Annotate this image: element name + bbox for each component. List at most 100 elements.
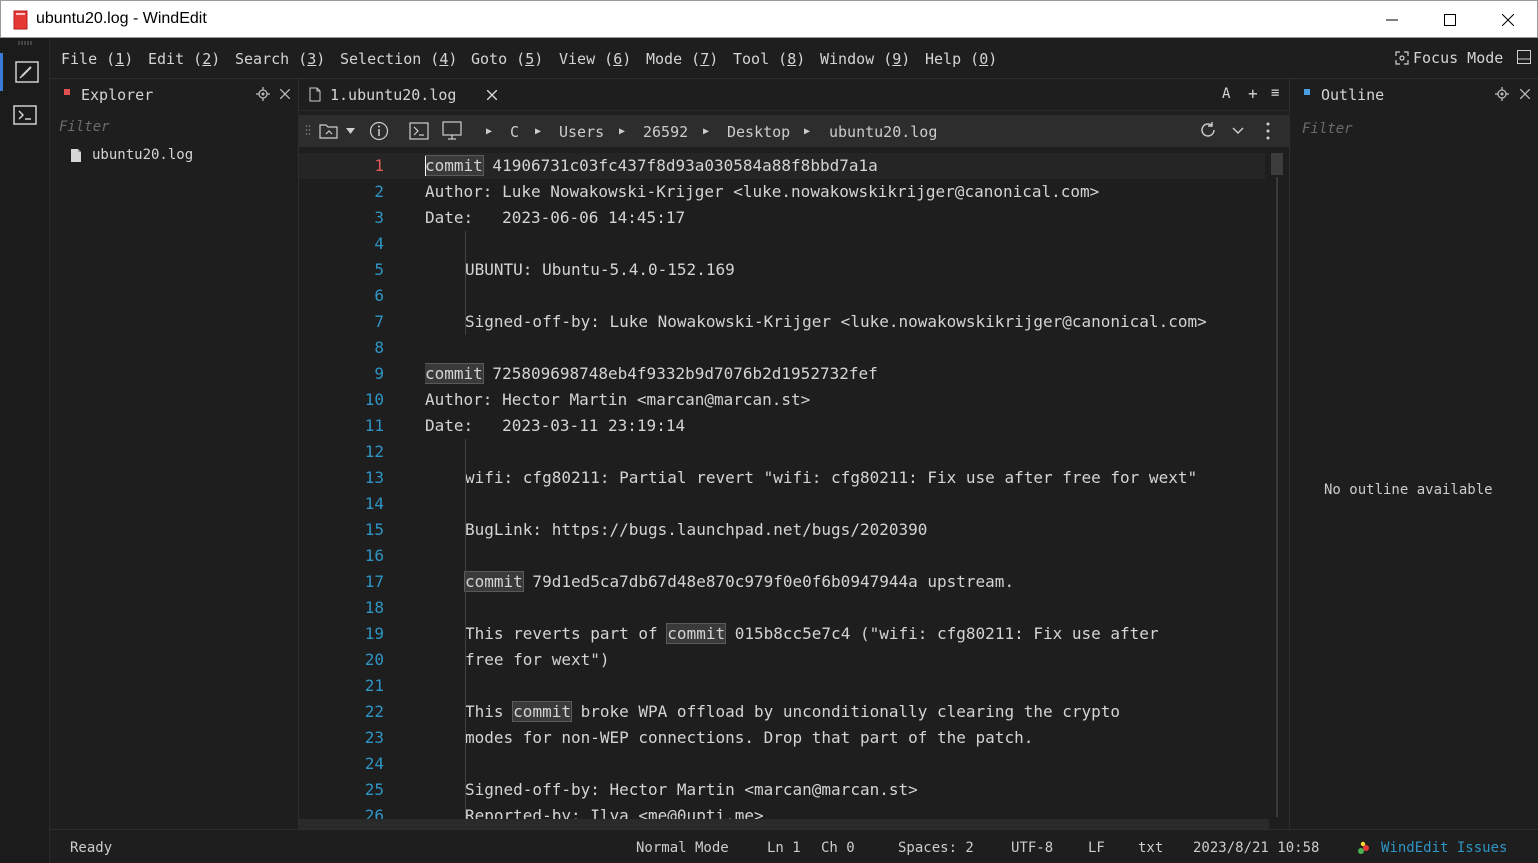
menu-label: Tool: [733, 50, 770, 68]
line-number: 2: [374, 182, 384, 201]
indent-guide: [465, 569, 466, 595]
indent-guide: [465, 673, 466, 699]
search-match: commit: [425, 155, 484, 176]
close-tab-icon[interactable]: [487, 90, 497, 100]
line-number: 23: [364, 728, 384, 747]
outline-filter-input[interactable]: Filter: [1302, 121, 1353, 137]
layout-toggle-icon[interactable]: [1517, 50, 1531, 64]
more-options-icon[interactable]: [1266, 122, 1270, 140]
bug-icon: [1358, 841, 1369, 854]
code-text: free for wext"): [465, 650, 610, 669]
maximize-button[interactable]: [1421, 1, 1479, 39]
breadcrumb-item[interactable]: 26592: [643, 123, 688, 141]
breadcrumb-item[interactable]: ubuntu20.log: [829, 123, 937, 141]
line-number: 17: [364, 572, 384, 591]
line-number-gutter: 1 2 3 4 5 6 7 8 9 10 11 12 13 14 15 16 17 18 19 20 21 22 23 24 2…: [299, 153, 397, 825]
issues-link[interactable]: WindEdit Issues: [1381, 840, 1507, 856]
tab-ubuntu20-log[interactable]: 1.ubuntu20.log: [299, 79, 509, 111]
close-panel-icon[interactable]: [280, 89, 290, 99]
terminal-icon[interactable]: [409, 122, 429, 140]
indent-guide: [465, 517, 466, 543]
menu-selection[interactable]: Selection (4): [340, 50, 457, 68]
menu-file[interactable]: File (1): [61, 50, 133, 68]
line-number: 19: [364, 624, 384, 643]
close-window-button[interactable]: [1479, 1, 1537, 39]
breadcrumb-item[interactable]: C: [510, 123, 519, 141]
font-size-button[interactable]: A: [1222, 86, 1230, 102]
status-ready: Ready: [70, 840, 113, 856]
chevron-down-icon[interactable]: [346, 128, 355, 134]
breadcrumb-item[interactable]: Users: [559, 123, 604, 141]
menu-shortcut-key: 8: [787, 50, 797, 68]
code-line: This commit broke WPA offload by uncondi…: [465, 699, 1120, 725]
indent-guide: [465, 595, 466, 621]
menu-label: Search: [235, 50, 290, 68]
menu-bar: File (1) Edit (2) Search (3) Selection (4) G…: [50, 38, 1538, 79]
status-char[interactable]: Ch 0: [821, 840, 855, 856]
menu-window[interactable]: Window (9): [820, 50, 910, 68]
new-tab-button[interactable]: +: [1248, 84, 1258, 103]
menu-view[interactable]: View (6): [559, 50, 631, 68]
menu-search[interactable]: Search (3): [235, 50, 325, 68]
breadcrumb-item[interactable]: Desktop: [727, 123, 790, 141]
line-number: 10: [364, 390, 384, 409]
editor-area: 1.ubuntu20.log A + ≡ ▶ C ▶ Users ▶ 26592…: [299, 79, 1289, 829]
outline-title: Outline: [1321, 86, 1385, 104]
indent-guide: [465, 621, 466, 647]
focus-mode-button[interactable]: Focus Mode: [1395, 49, 1503, 67]
minimize-icon: [1386, 19, 1398, 21]
code-line: free for wext"): [465, 647, 610, 673]
focus-icon: [1395, 51, 1409, 65]
activity-editor-button[interactable]: [0, 53, 50, 91]
menu-label: Window: [820, 50, 875, 68]
close-panel-icon[interactable]: [1520, 89, 1530, 99]
line-number: 6: [374, 286, 384, 305]
code-line: Author: Luke Nowakowski-Krijger <luke.no…: [425, 179, 1099, 205]
status-encoding[interactable]: UTF-8: [1011, 840, 1053, 856]
tab-menu-button[interactable]: ≡: [1271, 85, 1279, 101]
scrollbar-thumb[interactable]: [1271, 153, 1283, 175]
minimize-button[interactable]: [1363, 1, 1421, 39]
chevron-down-icon[interactable]: [1232, 127, 1244, 135]
code-line: Author: Hector Martin <marcan@marcan.st>: [425, 387, 810, 413]
line-number: 24: [364, 754, 384, 773]
menu-edit[interactable]: Edit (2): [148, 50, 220, 68]
code-line: Date: 2023-03-11 23:19:14: [425, 413, 685, 439]
line-number: 4: [374, 234, 384, 253]
window-title: ubuntu20.log - WindEdit: [36, 10, 207, 27]
outline-marker-icon: [1304, 89, 1310, 95]
status-spaces[interactable]: Spaces: 2: [898, 840, 974, 856]
breadcrumb-arrow-icon: ▶: [804, 126, 811, 137]
vertical-scrollbar[interactable]: [1269, 153, 1285, 823]
focus-mode-label: Focus Mode: [1413, 49, 1504, 67]
gear-icon[interactable]: [1495, 87, 1509, 101]
info-icon[interactable]: [369, 121, 389, 141]
status-mode[interactable]: Normal Mode: [636, 840, 729, 856]
gear-icon[interactable]: [256, 87, 270, 101]
status-language[interactable]: txt: [1138, 840, 1163, 856]
open-folder-icon[interactable]: [319, 122, 339, 140]
indent-guide: [465, 283, 466, 309]
code-content[interactable]: commit 41906731c03fc437f8d93a030584a88f8…: [425, 153, 1265, 825]
activity-terminal-button[interactable]: [0, 96, 50, 134]
scrollbar-track: [1276, 177, 1278, 817]
line-number: 15: [364, 520, 384, 539]
status-line[interactable]: Ln 1: [767, 840, 801, 856]
breadcrumb-arrow-icon: ▶: [535, 126, 542, 137]
monitor-icon[interactable]: [442, 121, 462, 141]
explorer-filter-input[interactable]: Filter: [59, 119, 110, 135]
line-number: 9: [374, 364, 384, 383]
status-eol[interactable]: LF: [1088, 840, 1105, 856]
search-match: commit: [666, 623, 727, 644]
menu-goto[interactable]: Goto (5): [471, 50, 543, 68]
menu-help[interactable]: Help (0): [925, 50, 997, 68]
code-line: wifi: cfg80211: Partial revert "wifi: cf…: [465, 465, 1197, 491]
menu-shortcut-key: 1: [115, 50, 125, 68]
code-line: modes for non-WEP connections. Drop that…: [465, 725, 1033, 751]
horizontal-scrollbar[interactable]: [299, 819, 1269, 829]
line-number: 8: [374, 338, 384, 357]
menu-tool[interactable]: Tool (8): [733, 50, 805, 68]
refresh-icon[interactable]: [1199, 121, 1217, 139]
file-item-ubuntu20-log[interactable]: ubuntu20.log: [70, 147, 193, 163]
menu-mode[interactable]: Mode (7): [646, 50, 718, 68]
